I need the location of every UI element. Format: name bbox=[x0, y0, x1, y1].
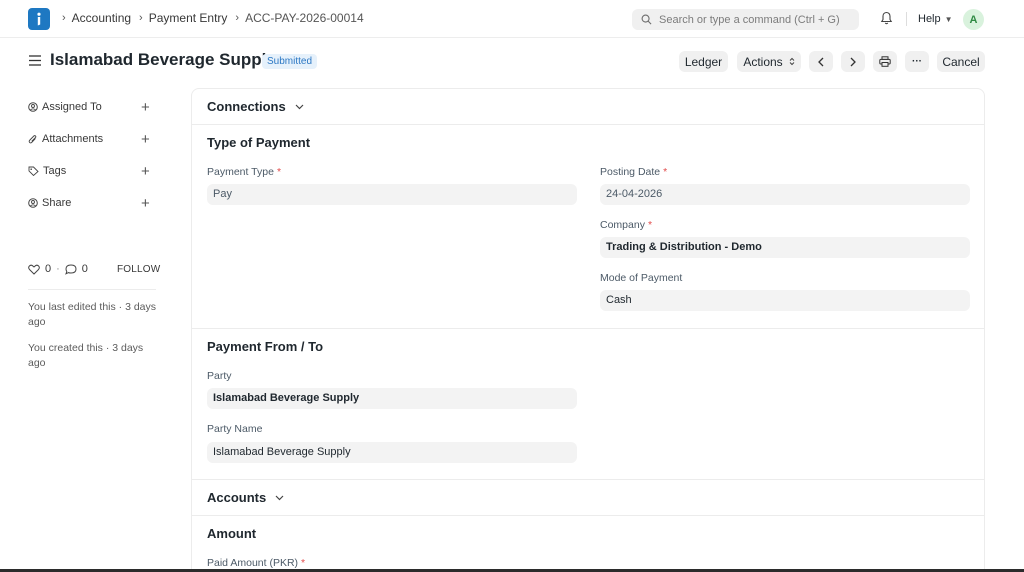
connections-section-toggle[interactable]: Connections bbox=[207, 99, 304, 114]
accounts-title: Accounts bbox=[207, 490, 267, 505]
sidebar-item-label: Share bbox=[42, 197, 72, 209]
sort-arrows-icon bbox=[789, 57, 795, 66]
more-button[interactable]: ··· bbox=[905, 51, 929, 72]
cancel-button[interactable]: Cancel bbox=[937, 51, 985, 72]
section-divider bbox=[192, 328, 984, 329]
search-icon bbox=[641, 14, 652, 25]
search-input[interactable] bbox=[659, 13, 849, 26]
chevron-right-icon bbox=[850, 57, 856, 66]
follow-button[interactable]: FOLLOW bbox=[117, 264, 160, 275]
actions-button[interactable]: Actions bbox=[737, 51, 801, 72]
party-label: Party bbox=[207, 370, 232, 382]
plus-icon[interactable]: + bbox=[141, 195, 150, 212]
chevron-left-icon bbox=[818, 57, 824, 66]
section-divider bbox=[192, 515, 984, 516]
company-label: Company * bbox=[600, 219, 653, 231]
activity-last-edited: You last edited this · 3 days ago bbox=[28, 301, 157, 328]
logo-icon bbox=[37, 12, 41, 26]
company-field[interactable]: Trading & Distribution - Demo bbox=[600, 237, 970, 258]
engagement-counts: 0 · 0 bbox=[28, 263, 88, 275]
posting-date-label: Posting Date * bbox=[600, 166, 668, 178]
breadcrumb-document[interactable]: ACC-PAY-2026-00014 bbox=[245, 11, 364, 25]
notification-bell[interactable] bbox=[880, 11, 893, 28]
type-of-payment-title: Type of Payment bbox=[207, 135, 311, 150]
activity-created: You created this · 3 days ago bbox=[28, 342, 144, 369]
sidebar-item-label: Attachments bbox=[42, 133, 104, 145]
amount-section-title: Amount bbox=[207, 526, 257, 541]
plus-icon[interactable]: + bbox=[141, 99, 150, 116]
sidebar-item-assigned-to[interactable]: Assigned To + bbox=[28, 99, 154, 116]
dot-separator: · bbox=[56, 263, 60, 275]
tag-icon bbox=[28, 166, 39, 176]
chevron-right-icon: › bbox=[62, 12, 66, 24]
mode-of-payment-field[interactable]: Cash bbox=[600, 290, 970, 311]
user-avatar[interactable]: A bbox=[963, 9, 984, 30]
comment-icon[interactable] bbox=[64, 263, 77, 275]
user-circle-icon bbox=[28, 102, 38, 112]
printer-icon bbox=[879, 56, 891, 67]
breadcrumb-payment-entry[interactable]: Payment Entry bbox=[149, 11, 228, 25]
share-icon bbox=[28, 198, 38, 208]
payment-entry-form: Connections Type of Payment Payment Type… bbox=[191, 88, 985, 572]
sidebar-item-label: Tags bbox=[43, 165, 67, 177]
sidebar-item-attachments[interactable]: Attachments + bbox=[28, 131, 154, 148]
breadcrumb: › Accounting › Payment Entry › ACC-PAY-2… bbox=[58, 11, 364, 25]
payment-type-label: Payment Type * bbox=[207, 166, 282, 178]
status-badge: Submitted bbox=[262, 54, 318, 69]
posting-date-field[interactable]: 24-04-2026 bbox=[600, 184, 970, 205]
search-bar[interactable] bbox=[632, 9, 859, 30]
help-menu[interactable]: Help ▼ bbox=[918, 13, 953, 25]
connections-title: Connections bbox=[207, 99, 286, 114]
breadcrumb-accounting[interactable]: Accounting bbox=[72, 11, 131, 25]
section-divider bbox=[192, 124, 984, 125]
bell-icon bbox=[880, 11, 893, 25]
help-label: Help bbox=[918, 13, 941, 25]
chevron-down-icon bbox=[295, 104, 304, 109]
chevron-down-icon: ▼ bbox=[944, 14, 953, 24]
accounts-section-toggle[interactable]: Accounts bbox=[207, 490, 284, 505]
ledger-button[interactable]: Ledger bbox=[679, 51, 728, 72]
chevron-down-icon bbox=[275, 495, 284, 500]
party-name-field[interactable]: Islamabad Beverage Supply bbox=[207, 442, 577, 463]
page-title: Islamabad Beverage Supply bbox=[50, 50, 276, 69]
like-count: 0 bbox=[45, 263, 52, 275]
chevron-right-icon: › bbox=[235, 12, 240, 24]
sidebar-toggle[interactable] bbox=[29, 55, 41, 69]
chevron-right-icon: › bbox=[139, 12, 143, 24]
app-logo[interactable] bbox=[28, 8, 50, 30]
actions-label: Actions bbox=[743, 54, 783, 69]
plus-icon[interactable]: + bbox=[141, 163, 150, 180]
hamburger-icon bbox=[29, 55, 41, 66]
paid-amount-label: Paid Amount (PKR) * bbox=[207, 557, 306, 569]
heart-icon[interactable] bbox=[28, 264, 40, 275]
sidebar-item-label: Assigned To bbox=[42, 101, 102, 113]
navbar: › Accounting › Payment Entry › ACC-PAY-2… bbox=[0, 0, 1024, 38]
mode-of-payment-label: Mode of Payment bbox=[600, 272, 683, 284]
print-button[interactable] bbox=[873, 51, 897, 72]
sidebar-item-share[interactable]: Share + bbox=[28, 195, 154, 212]
comment-count: 0 bbox=[81, 263, 88, 275]
party-name-label: Party Name bbox=[207, 423, 263, 435]
sidebar-divider bbox=[28, 289, 156, 290]
navbar-divider bbox=[906, 12, 907, 26]
payment-type-field[interactable]: Pay bbox=[207, 184, 577, 205]
next-button[interactable] bbox=[841, 51, 865, 72]
previous-button[interactable] bbox=[809, 51, 833, 72]
sidebar-item-tags[interactable]: Tags + bbox=[28, 163, 154, 180]
payment-from-to-title: Payment From / To bbox=[207, 339, 324, 354]
party-field[interactable]: Islamabad Beverage Supply bbox=[207, 388, 577, 409]
paperclip-icon bbox=[28, 134, 37, 143]
section-divider bbox=[192, 479, 984, 480]
plus-icon[interactable]: + bbox=[141, 131, 150, 148]
